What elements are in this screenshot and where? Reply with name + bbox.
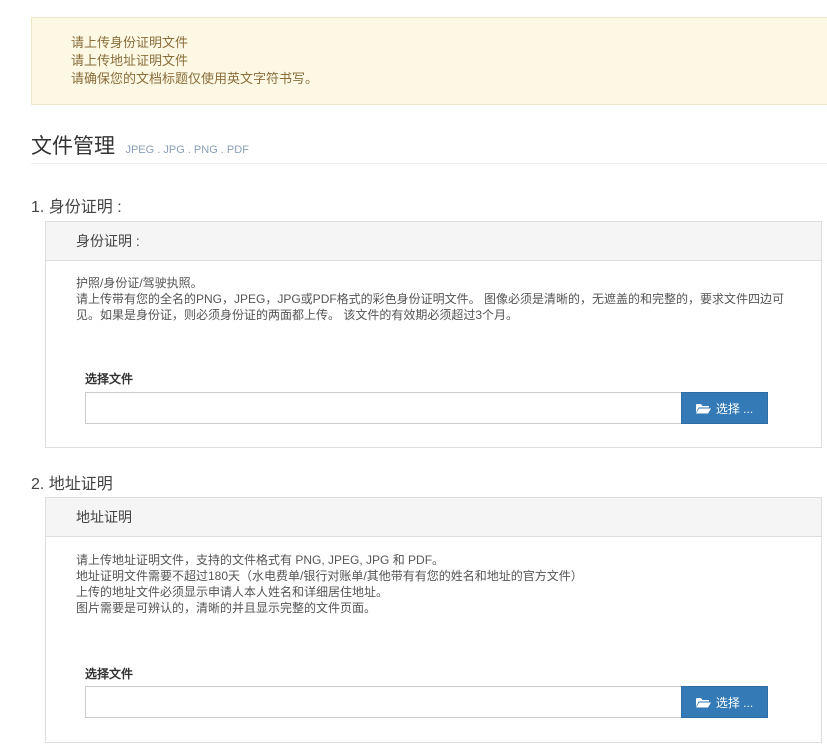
notice-line-address: 请上传地址证明文件	[71, 53, 189, 68]
notice-line-identity: 请上传身份证明文件	[71, 35, 189, 50]
identity-description: 护照/身份证/驾驶执照。 请上传带有您的全名的PNG，JPEG，JPG或PDF格…	[76, 275, 791, 323]
accepted-formats: JPEG . JPG . PNG . PDF	[125, 144, 249, 156]
section-heading-identity: 1. 身份证明 :	[31, 199, 122, 216]
identity-file-label: 选择文件	[85, 372, 134, 386]
address-description-line: 图片需要是可辨认的，清晰的并且显示完整的文件页面。	[76, 601, 377, 615]
notice-line-english-only: 请确保您的文档标题仅使用英文字符书写。	[71, 71, 319, 86]
panel-address: 地址证明 请上传地址证明文件，支持的文件格式有 PNG, JPEG, JPG 和…	[45, 497, 822, 743]
notice-alert: 请上传身份证明文件 请上传地址证明文件 请确保您的文档标题仅使用英文字符书写。	[31, 17, 827, 105]
identity-choose-button-label: 选择 ...	[715, 401, 754, 416]
address-description-line: 上传的地址文件必须显示申请人本人姓名和详细居住地址。	[76, 585, 389, 599]
address-description-line: 地址证明文件需要不超过180天（水电费单/银行对账单/其他带有有您的姓名和地址的…	[76, 569, 583, 583]
identity-description-line: 请上传带有您的全名的PNG，JPEG，JPG或PDF格式的彩色身份证明文件。 图…	[76, 292, 785, 322]
address-file-label: 选择文件	[85, 667, 134, 681]
address-choose-button[interactable]: 选择 ...	[681, 686, 768, 718]
section-heading-address: 2. 地址证明	[31, 476, 113, 493]
address-description: 请上传地址证明文件，支持的文件格式有 PNG, JPEG, JPG 和 PDF。…	[76, 552, 791, 616]
identity-choose-button[interactable]: 选择 ...	[681, 392, 768, 424]
identity-file-input[interactable]	[85, 392, 682, 424]
folder-open-icon	[695, 697, 711, 708]
page-title-text: 文件管理	[31, 135, 115, 158]
address-description-line: 请上传地址证明文件，支持的文件格式有 PNG, JPEG, JPG 和 PDF。	[76, 553, 445, 567]
address-file-input[interactable]	[85, 686, 682, 718]
folder-open-icon	[695, 403, 711, 414]
address-choose-button-label: 选择 ...	[715, 695, 754, 710]
panel-identity: 身份证明 : 护照/身份证/驾驶执照。 请上传带有您的全名的PNG，JPEG，J…	[45, 221, 822, 448]
page-title: 文件管理 JPEG . JPG . PNG . PDF	[31, 130, 827, 164]
panel-title-address: 地址证明	[46, 498, 821, 537]
identity-description-line: 护照/身份证/驾驶执照。	[76, 276, 203, 290]
panel-title-identity: 身份证明 :	[46, 222, 821, 261]
